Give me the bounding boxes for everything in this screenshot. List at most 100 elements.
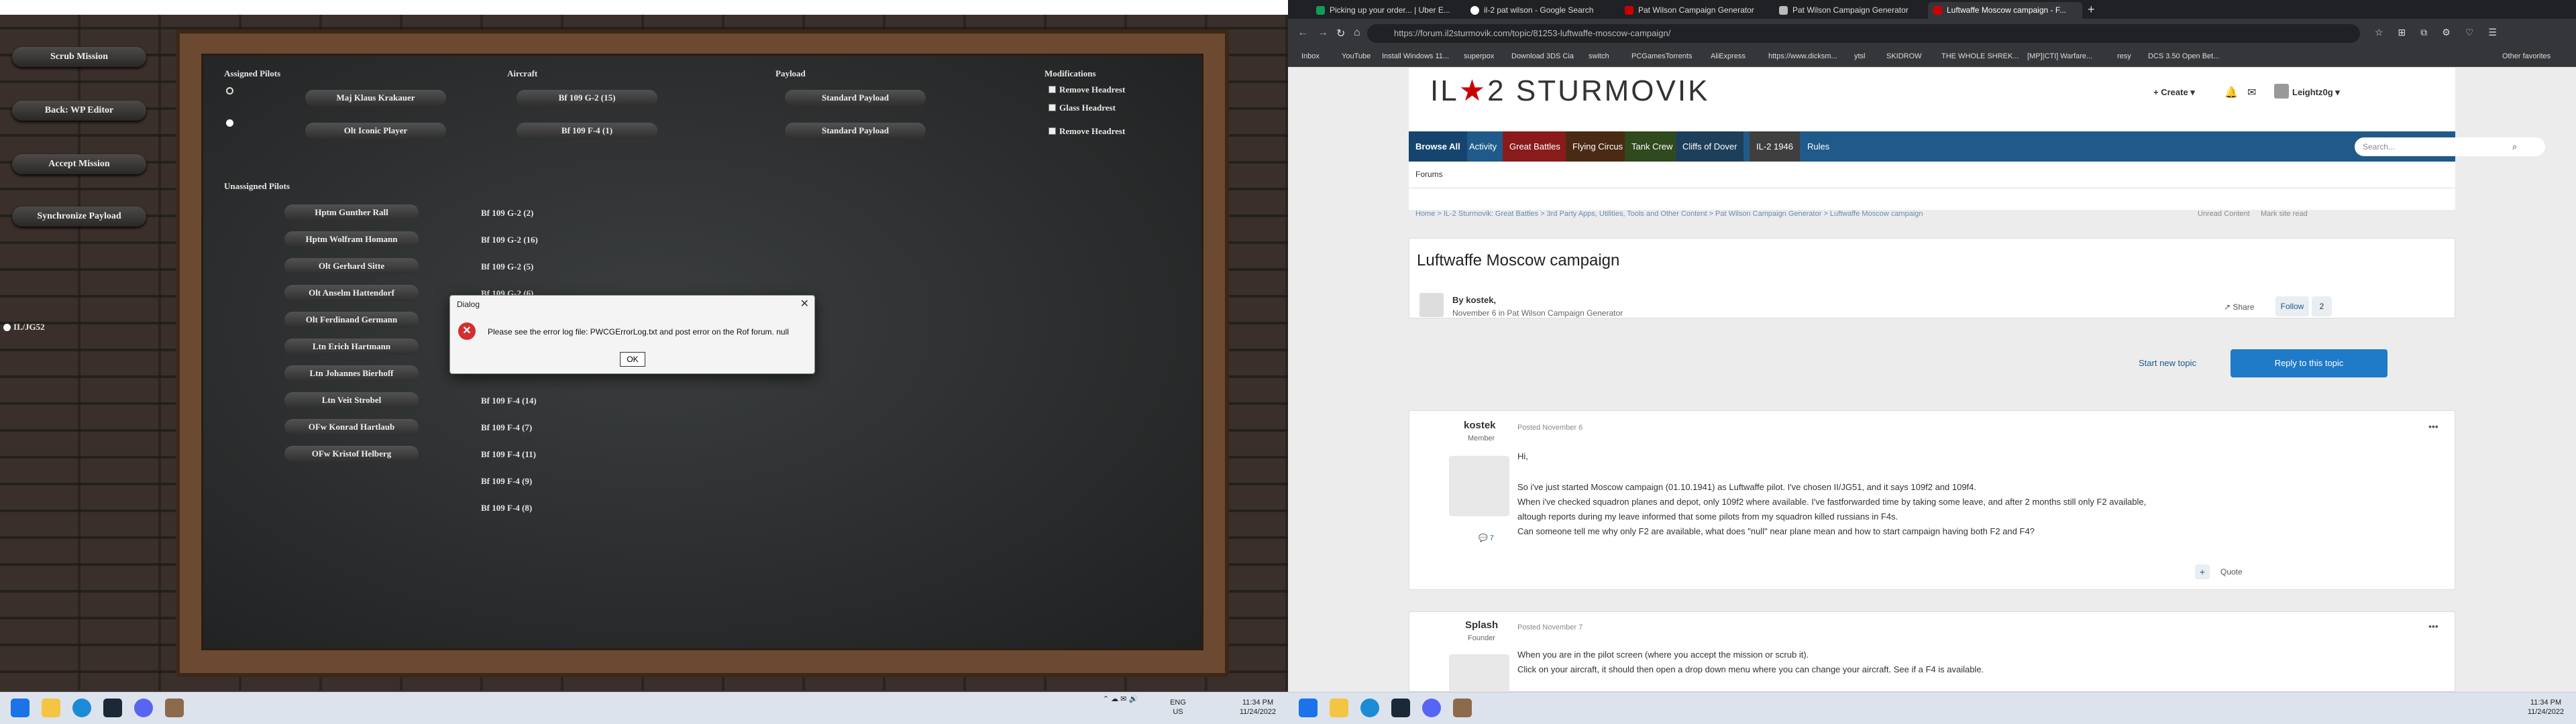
ok-button[interactable]: OK	[620, 352, 645, 367]
quote-button[interactable]: Quote	[2220, 567, 2243, 577]
post-avatar[interactable]	[1449, 456, 1509, 516]
unassigned-pilot[interactable]: OFw Konrad Hartlaub	[284, 419, 419, 435]
post-avatar[interactable]	[1449, 654, 1509, 692]
steam-icon[interactable]	[1391, 699, 1410, 717]
unassigned-aircraft[interactable]: Bf 109 F-4 (9)	[481, 476, 532, 487]
clock[interactable]: 11:34 PM 11/24/2022	[2522, 698, 2569, 717]
bookmark[interactable]: ytsl	[1854, 52, 1866, 60]
steam-icon[interactable]	[103, 699, 122, 717]
bookmark[interactable]: Other favorites	[2502, 52, 2551, 60]
bookmark[interactable]: [MP]|CTI] Warfare...	[2027, 52, 2092, 60]
discord-icon[interactable]	[1422, 699, 1441, 717]
group-radio[interactable]	[3, 324, 11, 331]
bookmark[interactable]: AliExpress	[1711, 52, 1746, 60]
post-menu-icon[interactable]: •••	[2428, 421, 2438, 432]
post-menu-icon[interactable]: •••	[2428, 621, 2438, 631]
share-button[interactable]: ↗ Share	[2224, 302, 2254, 312]
tab-luftwaffe-active[interactable]: Luftwaffe Moscow campaign - F...	[1928, 2, 2082, 19]
mod-checkbox-row[interactable]: Glass Headrest	[1049, 103, 1116, 113]
unassigned-aircraft[interactable]: Bf 109 F-4 (7)	[481, 422, 532, 433]
post-author[interactable]: kostek	[1464, 420, 1496, 431]
nav-great-battles[interactable]: Great Battles	[1503, 131, 1567, 162]
nav-rules[interactable]: Rules	[1801, 131, 1836, 162]
forward-icon[interactable]: →	[1318, 27, 1328, 39]
home-icon[interactable]: ⌂	[1354, 27, 1360, 39]
unassigned-aircraft[interactable]: Bf 109 G-2 (16)	[481, 235, 538, 245]
unassigned-pilot[interactable]: Olt Anselm Hattendorf	[284, 285, 419, 301]
assigned-row-radio[interactable]	[226, 119, 233, 127]
bookmark[interactable]: resy	[2117, 52, 2131, 60]
user-menu[interactable]: Leightz0g ▾	[2292, 87, 2340, 98]
file-explorer-icon[interactable]	[1330, 699, 1348, 717]
assigned-aircraft-1[interactable]: Bf 109 G-2 (15)	[517, 90, 657, 106]
topic-author[interactable]: By kostek,	[1452, 295, 1496, 305]
nav-flying-circus[interactable]: Flying Circus	[1566, 131, 1630, 162]
close-icon[interactable]: ✕	[800, 297, 809, 310]
scrub-mission-button[interactable]: Scrub Mission	[12, 47, 146, 67]
checkbox[interactable]	[1049, 127, 1056, 135]
tab-uber[interactable]: Picking up your order... | Uber E...	[1311, 2, 1465, 19]
site-logo[interactable]: IL★2 STURMOVIK	[1430, 74, 1709, 108]
synchronize-payload-button[interactable]: Synchronize Payload	[12, 206, 146, 227]
unassigned-pilot[interactable]: Olt Gerhard Sitte	[284, 258, 419, 274]
assigned-pilot-1[interactable]: Maj Klaus Krakauer	[305, 90, 446, 106]
bookmark[interactable]: DCS 3.50 Open Bet...	[2148, 52, 2219, 60]
unread-content-link[interactable]: Unread Content	[2198, 210, 2250, 218]
tab-google[interactable]: il-2 pat wilson - Google Search	[1465, 2, 1619, 19]
unassigned-pilot[interactable]: Ltn Erich Hartmann	[284, 339, 419, 355]
accept-mission-button[interactable]: Accept Mission	[12, 154, 146, 174]
tray-icons[interactable]: ⌃ ☁ ✉ 🔊	[1093, 695, 1147, 704]
edge-icon[interactable]	[72, 699, 91, 717]
unassigned-pilot[interactable]: OFw Kristof Helberg	[284, 446, 419, 462]
bookmark[interactable]: switch	[1589, 52, 1609, 60]
follow-button[interactable]: Follow	[2275, 296, 2309, 316]
post-count[interactable]: 💬 7	[1479, 534, 1494, 542]
language-indicator[interactable]: ENG US	[1165, 698, 1191, 717]
unassigned-aircraft[interactable]: Bf 109 G-2 (2)	[481, 208, 533, 219]
bookmark[interactable]: SKIDROW	[1886, 52, 1922, 60]
bookmark[interactable]: https://www.dicksm...	[1768, 52, 1837, 60]
assigned-payload-1[interactable]: Standard Payload	[785, 90, 926, 106]
discord-icon[interactable]	[134, 699, 153, 717]
nav-activity[interactable]: Activity	[1462, 131, 1503, 162]
forums-link[interactable]: Forums	[1415, 170, 1443, 179]
checkbox[interactable]	[1049, 86, 1056, 93]
unassigned-pilot[interactable]: Ltn Veit Strobel	[284, 392, 419, 408]
bookmark[interactable]: THE WHOLE SHREK...	[1941, 52, 2019, 60]
toolbar-icons[interactable]: ☆⊞⧉⚙♡☰	[2375, 27, 2512, 38]
url-field[interactable]: https://forum.il2sturmovik.com/topic/812…	[1367, 24, 2360, 43]
nav-cliffs-of-dover[interactable]: Cliffs of Dover	[1676, 131, 1744, 162]
unassigned-pilot[interactable]: Hptm Gunther Rall	[284, 204, 419, 221]
pwcg-app-icon[interactable]	[165, 699, 184, 717]
unassigned-pilot[interactable]: Ltn Johannes Bierhoff	[284, 365, 419, 381]
bookmark[interactable]: YouTube	[1342, 52, 1371, 60]
back-icon[interactable]: ←	[1297, 27, 1308, 39]
assigned-payload-2[interactable]: Standard Payload	[785, 123, 926, 139]
unassigned-pilot[interactable]: Hptm Wolfram Homann	[284, 231, 419, 247]
post-author[interactable]: Splash	[1465, 619, 1498, 631]
avatar[interactable]	[2274, 84, 2289, 99]
unassigned-pilot[interactable]: Olt Ferdinand Germann	[284, 312, 419, 328]
tab-pwcg-2[interactable]: Pat Wilson Campaign Generator	[1774, 2, 1928, 19]
author-avatar[interactable]	[1419, 293, 1444, 317]
file-explorer-icon[interactable]	[42, 699, 60, 717]
new-tab-icon[interactable]: +	[2088, 3, 2095, 17]
clock[interactable]: 11:34 PM 11/24/2022	[1234, 698, 1281, 717]
search-icon[interactable]: ⌕	[2512, 141, 2526, 152]
assigned-aircraft-2[interactable]: Bf 109 F-4 (1)	[517, 123, 657, 139]
bookmark[interactable]: Inbox	[1301, 52, 1320, 60]
windows-start-icon[interactable]	[1299, 699, 1318, 717]
edge-icon[interactable]	[1360, 699, 1379, 717]
bookmark[interactable]: PCGamesTorrents	[1631, 52, 1692, 60]
unassigned-aircraft[interactable]: Bf 109 F-4 (14)	[481, 396, 537, 406]
create-menu[interactable]: + Create ▾	[2153, 87, 2195, 98]
messages-icon[interactable]: ✉	[2247, 86, 2256, 99]
pwcg-app-icon[interactable]	[1453, 699, 1472, 717]
reply-button[interactable]: Reply to this topic	[2231, 349, 2387, 377]
reload-icon[interactable]: ↻	[1336, 27, 1345, 40]
mod-checkbox-row[interactable]: Remove Headrest	[1049, 126, 1125, 137]
back-wp-editor-button[interactable]: Back: WP Editor	[12, 101, 146, 121]
mod-checkbox-row[interactable]: Remove Headrest	[1049, 84, 1125, 95]
nav-tank-crew[interactable]: Tank Crew	[1625, 131, 1680, 162]
unassigned-aircraft[interactable]: Bf 109 F-4 (11)	[481, 449, 536, 460]
